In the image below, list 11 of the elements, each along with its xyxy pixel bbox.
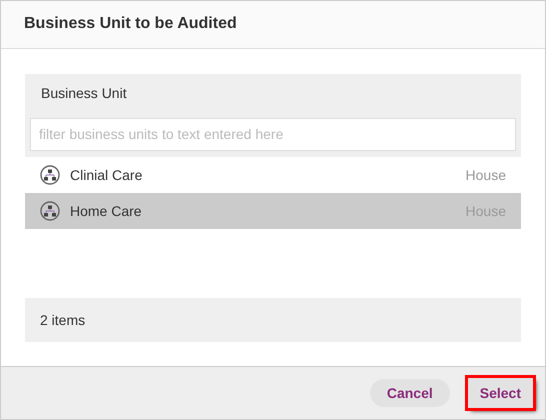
dialog-title: Business Unit to be Audited [24,15,237,34]
cancel-button[interactable]: Cancel [370,378,450,407]
org-chart-icon [40,164,60,185]
select-button[interactable]: Select [468,378,533,408]
unit-type: House [466,166,506,183]
item-count: 2 items [40,312,86,328]
unit-name: Home Care [70,202,143,219]
column-header: Business Unit [41,84,127,101]
unit-name: Clinial Care [70,166,144,183]
filter-field[interactable]: filter business units to text entered here [30,118,516,151]
org-chart-icon [40,200,60,221]
